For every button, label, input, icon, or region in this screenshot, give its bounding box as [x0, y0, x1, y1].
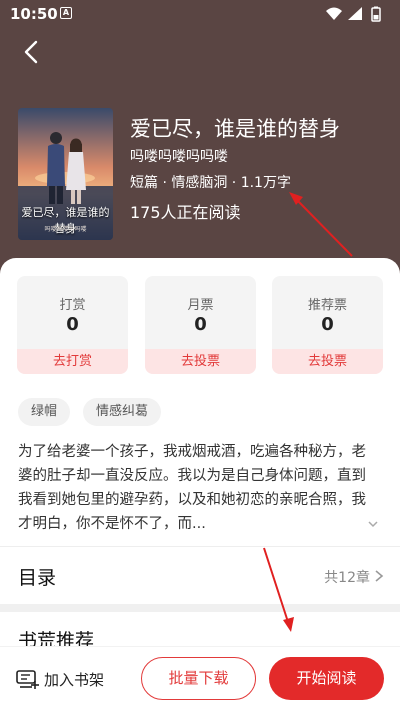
book-author[interactable]: 吗喽吗喽吗吗喽 [130, 146, 228, 166]
annotation-arrow-icon [289, 192, 353, 257]
stat-label: 打赏 [59, 298, 86, 313]
stat-label: 推荐票 [307, 298, 347, 313]
status-time: 10:50 [10, 5, 58, 23]
table-of-contents-row[interactable]: 目录 共12章 [0, 546, 400, 604]
stat-value: 0 [321, 314, 334, 335]
status-bar: 10:50 A [0, 0, 400, 28]
system-icons [326, 6, 388, 26]
bookshelf-icon [16, 670, 39, 689]
stat-value: 0 [194, 314, 207, 335]
expand-description-icon[interactable] [366, 516, 380, 530]
tag-chip[interactable]: 情感纠葛 [83, 398, 162, 426]
stat-tip: 打赏 0 去打赏 [17, 276, 128, 374]
back-arrow-icon [24, 40, 38, 64]
add-to-shelf-label: 加入书架 [44, 671, 105, 689]
chevron-right-icon [375, 570, 384, 582]
back-button[interactable] [18, 38, 46, 66]
vote-recommend-button[interactable]: 去投票 [272, 349, 383, 374]
stat-label: 月票 [187, 298, 214, 313]
chapter-count: 共12章 [324, 570, 370, 586]
signal-icon [348, 7, 362, 20]
stat-monthly-ticket: 月票 0 去投票 [145, 276, 256, 374]
cover-author: 吗喽吗喽吗吗喽 [44, 226, 87, 233]
reader-count: 175人正在阅读 [130, 203, 241, 222]
book-description[interactable]: 为了给老婆一个孩子，我戒烟戒酒，吃遍各种秘方，老婆的肚子却一直没反应。我以为是自… [18, 440, 380, 536]
vote-monthly-button[interactable]: 去投票 [145, 349, 256, 374]
notification-icon: A [60, 7, 72, 19]
battery-icon [371, 6, 381, 22]
wifi-icon [326, 7, 342, 20]
stat-recommend-ticket: 推荐票 0 去投票 [272, 276, 383, 374]
book-meta: 短篇 · 情感脑洞 · 1.1万字 [130, 175, 291, 191]
stat-value: 0 [66, 314, 79, 335]
bottom-action-bar: 加入书架 批量下载 开始阅读 [0, 646, 400, 710]
toc-title: 目录 [18, 567, 57, 589]
tag-chip[interactable]: 绿帽 [18, 398, 71, 426]
batch-download-button[interactable]: 批量下载 [141, 657, 256, 700]
section-divider [0, 604, 400, 612]
book-cover[interactable]: 爱已尽，谁是谁的替身 吗喽吗喽吗吗喽 [18, 108, 113, 240]
book-title: 爱已尽，谁是谁的替身 [130, 117, 340, 141]
start-reading-button[interactable]: 开始阅读 [269, 657, 384, 700]
tip-button[interactable]: 去打赏 [17, 349, 128, 374]
